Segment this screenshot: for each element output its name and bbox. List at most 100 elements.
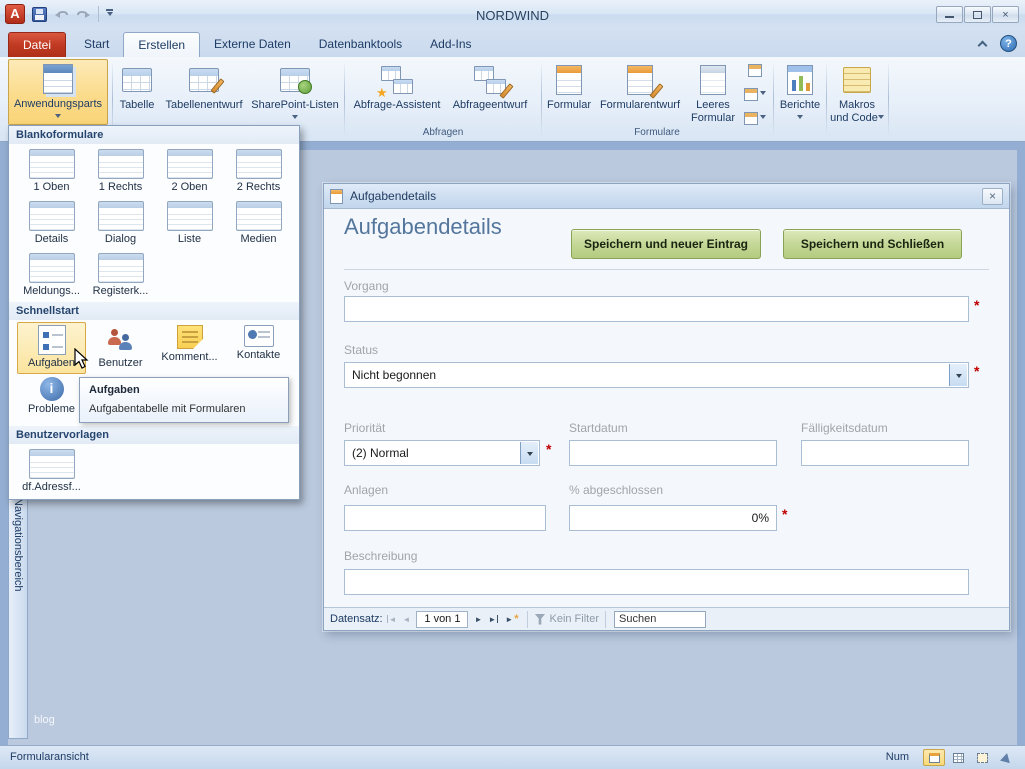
record-navigator-label: Datensatz: (330, 613, 383, 625)
minimize-button[interactable] (936, 6, 963, 23)
abfrage-assistent-button[interactable]: ★ Abfrage-Assistent (352, 60, 442, 136)
num-lock-indicator: Num (886, 751, 909, 763)
form-design-icon (627, 65, 653, 95)
last-record-button[interactable]: ► (485, 611, 502, 628)
tab-datenbanktools[interactable]: Datenbanktools (305, 32, 416, 57)
close-button[interactable]: × (992, 6, 1019, 23)
window-frame-right (1017, 142, 1025, 745)
form-view-toggle[interactable] (923, 749, 945, 766)
gallery-item-registerk[interactable]: Registerk... (86, 250, 155, 302)
first-record-button[interactable]: ◄ (383, 611, 400, 628)
datasheet-view-icon (953, 753, 964, 763)
query-design-icon (473, 64, 507, 96)
sharepoint-list-icon (280, 68, 310, 92)
layout-view-toggle[interactable] (971, 749, 993, 766)
group-label-formulare: Formulare (542, 127, 772, 138)
design-view-icon (1000, 752, 1012, 763)
gallery-item-details[interactable]: Details (17, 198, 86, 250)
formular-button[interactable]: Formular (545, 60, 593, 136)
tooltip-title: Aufgaben (89, 384, 279, 396)
record-position-box[interactable]: 1 von 1 (416, 611, 468, 628)
anlagen-field[interactable] (344, 505, 546, 531)
gallery-item-liste[interactable]: Liste (155, 198, 224, 250)
chevron-down-icon (527, 452, 533, 459)
next-record-button[interactable]: ► (471, 611, 485, 628)
save-and-new-button[interactable]: Speichern und neuer Eintrag (571, 229, 761, 259)
table-design-icon (189, 68, 219, 92)
window-title: NORDWIND (0, 8, 1025, 23)
save-and-close-button[interactable]: Speichern und Schließen (783, 229, 962, 259)
group-label-abfragen: Abfragen (346, 127, 540, 138)
gallery-item-2-oben[interactable]: 2 Oben (155, 146, 224, 198)
tab-start[interactable]: Start (70, 32, 123, 57)
section-header-benutzervorlagen: Benutzervorlagen (9, 426, 299, 444)
minimize-ribbon-button[interactable] (973, 36, 991, 52)
form-view-icon (929, 753, 940, 763)
gallery-item-medien[interactable]: Medien (224, 198, 293, 250)
blank-form-icon (700, 65, 726, 95)
form-titlebar[interactable]: Aufgabendetails × (324, 184, 1009, 209)
abgeschlossen-value: 0% (752, 511, 769, 525)
contacts-icon (244, 325, 274, 347)
anwendungsparts-button[interactable]: Anwendungsparts (8, 59, 108, 125)
recnav-separator (527, 611, 528, 628)
status-dropdown-button[interactable] (949, 364, 967, 386)
navigation-button[interactable] (740, 88, 770, 101)
gallery-item-1-rechts[interactable]: 1 Rechts (86, 146, 155, 198)
table-icon (122, 68, 152, 92)
prioritaet-dropdown-button[interactable] (520, 442, 538, 464)
abgeschlossen-field[interactable]: 0% (569, 505, 777, 531)
gallery-item-meldungs[interactable]: Meldungs... (17, 250, 86, 302)
startdatum-field[interactable] (569, 440, 777, 466)
tab-erstellen[interactable]: Erstellen (123, 32, 200, 57)
status-combobox[interactable]: Nicht begonnen (344, 362, 969, 388)
tab-datei[interactable]: Datei (8, 32, 66, 57)
maximize-button[interactable] (964, 6, 991, 23)
anwendungsparts-gallery: Blankoformulare 1 Oben 1 Rechts 2 Oben 2… (8, 125, 300, 500)
section-header-schnellstart: Schnellstart (9, 302, 299, 320)
form-wizard-icon (748, 64, 762, 77)
weitere-formulare-button[interactable] (740, 112, 770, 125)
makros-und-code-button[interactable]: Makros und Code (829, 60, 885, 136)
new-record-button[interactable]: ►* (502, 611, 521, 628)
datasheet-view-toggle[interactable] (947, 749, 969, 766)
gallery-item-probleme[interactable]: iProbleme (17, 374, 86, 426)
formularentwurf-button[interactable]: Formularentwurf (595, 60, 685, 136)
dropdown-arrow-icon (760, 91, 766, 98)
abfrageentwurf-button[interactable]: Abfrageentwurf (444, 60, 536, 136)
previous-record-button[interactable]: ◄ (400, 611, 414, 628)
startdatum-label: Startdatum (569, 421, 628, 435)
gallery-item-kontakte[interactable]: Kontakte (224, 322, 293, 374)
gallery-item-df-adressf[interactable]: df.Adressf... (17, 446, 86, 498)
design-view-toggle[interactable] (995, 749, 1017, 766)
gallery-item-benutzer[interactable]: Benutzer (86, 322, 155, 374)
form-close-button[interactable]: × (982, 188, 1003, 205)
status-value: Nicht begonnen (352, 368, 436, 382)
faelligkeitsdatum-field[interactable] (801, 440, 969, 466)
prioritaet-combobox[interactable]: (2) Normal (344, 440, 540, 466)
blank-form-layout-icon (98, 253, 144, 283)
form-window-icon (330, 189, 343, 204)
gallery-item-kommentare[interactable]: Komment... (155, 322, 224, 374)
layout-view-icon (977, 753, 988, 763)
tab-add-ins[interactable]: Add-Ins (416, 32, 485, 57)
chevron-down-icon (956, 374, 962, 381)
blank-form-layout-icon (29, 253, 75, 283)
vorgang-field[interactable] (344, 296, 969, 322)
beschreibung-field[interactable] (344, 569, 969, 595)
tab-externe-daten[interactable]: Externe Daten (200, 32, 305, 57)
access-window: A NORDWIND × Datei Start Erstellen Exter… (0, 0, 1025, 769)
berichte-button[interactable]: Berichte (776, 60, 824, 136)
leeres-formular-button[interactable]: Leeres Formular (687, 60, 739, 136)
prioritaet-value: (2) Normal (352, 446, 409, 460)
gallery-item-dialog[interactable]: Dialog (86, 198, 155, 250)
filter-state-button[interactable]: Kein Filter (549, 613, 599, 625)
view-mode-text: Formularansicht (10, 751, 89, 763)
dropdown-arrow-icon (760, 115, 766, 122)
help-button[interactable]: ? (1000, 35, 1017, 52)
record-search-input[interactable] (614, 611, 706, 628)
formular-assistent-button[interactable] (740, 64, 770, 77)
gallery-item-1-oben[interactable]: 1 Oben (17, 146, 86, 198)
gallery-item-2-rechts[interactable]: 2 Rechts (224, 146, 293, 198)
status-bar: Formularansicht Num (0, 745, 1025, 769)
